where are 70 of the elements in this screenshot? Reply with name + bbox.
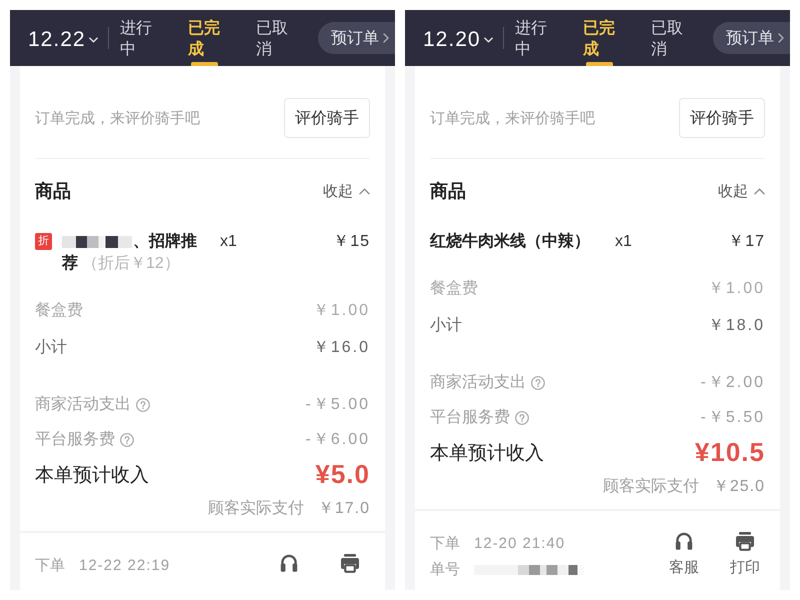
- preorder-button[interactable]: 预订单: [318, 22, 395, 54]
- income-value: ¥5.0: [315, 459, 370, 490]
- headset-icon: [674, 531, 694, 551]
- status-tab[interactable]: 进行中: [120, 10, 153, 66]
- deduction-value: -￥2.00: [700, 373, 765, 393]
- deduction-value: -￥6.00: [306, 430, 370, 450]
- charge-value: ￥16.0: [312, 338, 370, 358]
- paid-label: 顾客实际支付: [208, 498, 304, 519]
- deduction-value: -￥5.50: [700, 408, 765, 428]
- help-icon[interactable]: [120, 432, 134, 446]
- income-label: 本单预计收入: [430, 442, 544, 466]
- order-time: 12-22 22:19: [79, 556, 170, 576]
- headset-icon[interactable]: [279, 553, 299, 573]
- order-time: 12-20 21:40: [474, 534, 566, 554]
- income-value: ¥10.5: [694, 437, 765, 468]
- income-label: 本单预计收入: [35, 464, 149, 488]
- status-tab[interactable]: 已取消: [650, 10, 684, 66]
- chevron-down-icon: [88, 37, 98, 43]
- collapse-button[interactable]: 收起: [323, 182, 370, 200]
- status-tab[interactable]: 已取消: [256, 10, 289, 66]
- help-icon[interactable]: [531, 376, 545, 390]
- chevron-up-icon: [754, 188, 765, 194]
- help-icon[interactable]: [136, 398, 150, 412]
- charge-value: ￥18.0: [708, 316, 765, 336]
- printer-icon[interactable]: [340, 553, 360, 573]
- status-tab[interactable]: 已完成: [188, 10, 221, 66]
- print-button[interactable]: 打印: [725, 531, 765, 581]
- paid-value: ￥17.0: [318, 499, 370, 519]
- charge-value: ￥1.00: [312, 301, 370, 321]
- rate-prompt: 订单完成，来评价骑手吧: [430, 108, 595, 128]
- discount-badge: 折: [35, 233, 52, 250]
- charge-label: 小计: [35, 338, 67, 358]
- deduction-value: -￥5.00: [306, 395, 370, 415]
- rate-rider-button[interactable]: 评价骑手: [284, 98, 370, 138]
- deduction-label: 平台服务费: [430, 408, 510, 428]
- order-time-label: 下单: [430, 534, 460, 554]
- help-icon[interactable]: [515, 410, 529, 424]
- chevron-down-icon: [484, 37, 493, 43]
- customer-service-button[interactable]: 客服: [664, 531, 704, 581]
- paid-value: ￥25.0: [712, 477, 765, 497]
- collapse-button[interactable]: 收起: [718, 182, 765, 200]
- printer-icon: [735, 531, 755, 551]
- chevron-up-icon: [359, 188, 370, 194]
- status-tab[interactable]: 已完成: [582, 10, 616, 66]
- item-name: 、招牌推荐 （折后￥12）: [62, 231, 210, 275]
- charge-label: 餐盒费: [430, 278, 478, 299]
- paid-label: 顾客实际支付: [602, 476, 699, 497]
- rate-prompt: 订单完成，来评价骑手吧: [35, 108, 200, 128]
- date-selector[interactable]: 12.22: [28, 10, 98, 66]
- goods-title: 商品: [430, 180, 466, 203]
- order-number-label: 单号: [430, 560, 460, 580]
- order-time-label: 下单: [35, 556, 65, 576]
- chevron-right-icon: [778, 33, 784, 43]
- item-quantity: x1: [220, 232, 237, 252]
- item-price: ￥17: [728, 232, 765, 252]
- deduction-label: 商家活动支出: [35, 394, 131, 415]
- status-tab[interactable]: 进行中: [514, 10, 548, 66]
- charge-label: 餐盒费: [35, 300, 83, 321]
- preorder-button[interactable]: 预订单: [713, 22, 790, 54]
- charge-label: 小计: [430, 316, 462, 336]
- date-selector[interactable]: 12.20: [423, 10, 493, 66]
- goods-title: 商品: [35, 180, 71, 203]
- deduction-label: 商家活动支出: [430, 372, 526, 393]
- item-name: 红烧牛肉米线（中辣）: [430, 232, 590, 252]
- chevron-right-icon: [383, 33, 389, 43]
- item-quantity: x1: [615, 232, 632, 252]
- rate-rider-button[interactable]: 评价骑手: [679, 98, 765, 138]
- item-price: ￥15: [333, 232, 370, 252]
- deduction-label: 平台服务费: [35, 430, 115, 450]
- charge-value: ￥1.00: [708, 279, 765, 299]
